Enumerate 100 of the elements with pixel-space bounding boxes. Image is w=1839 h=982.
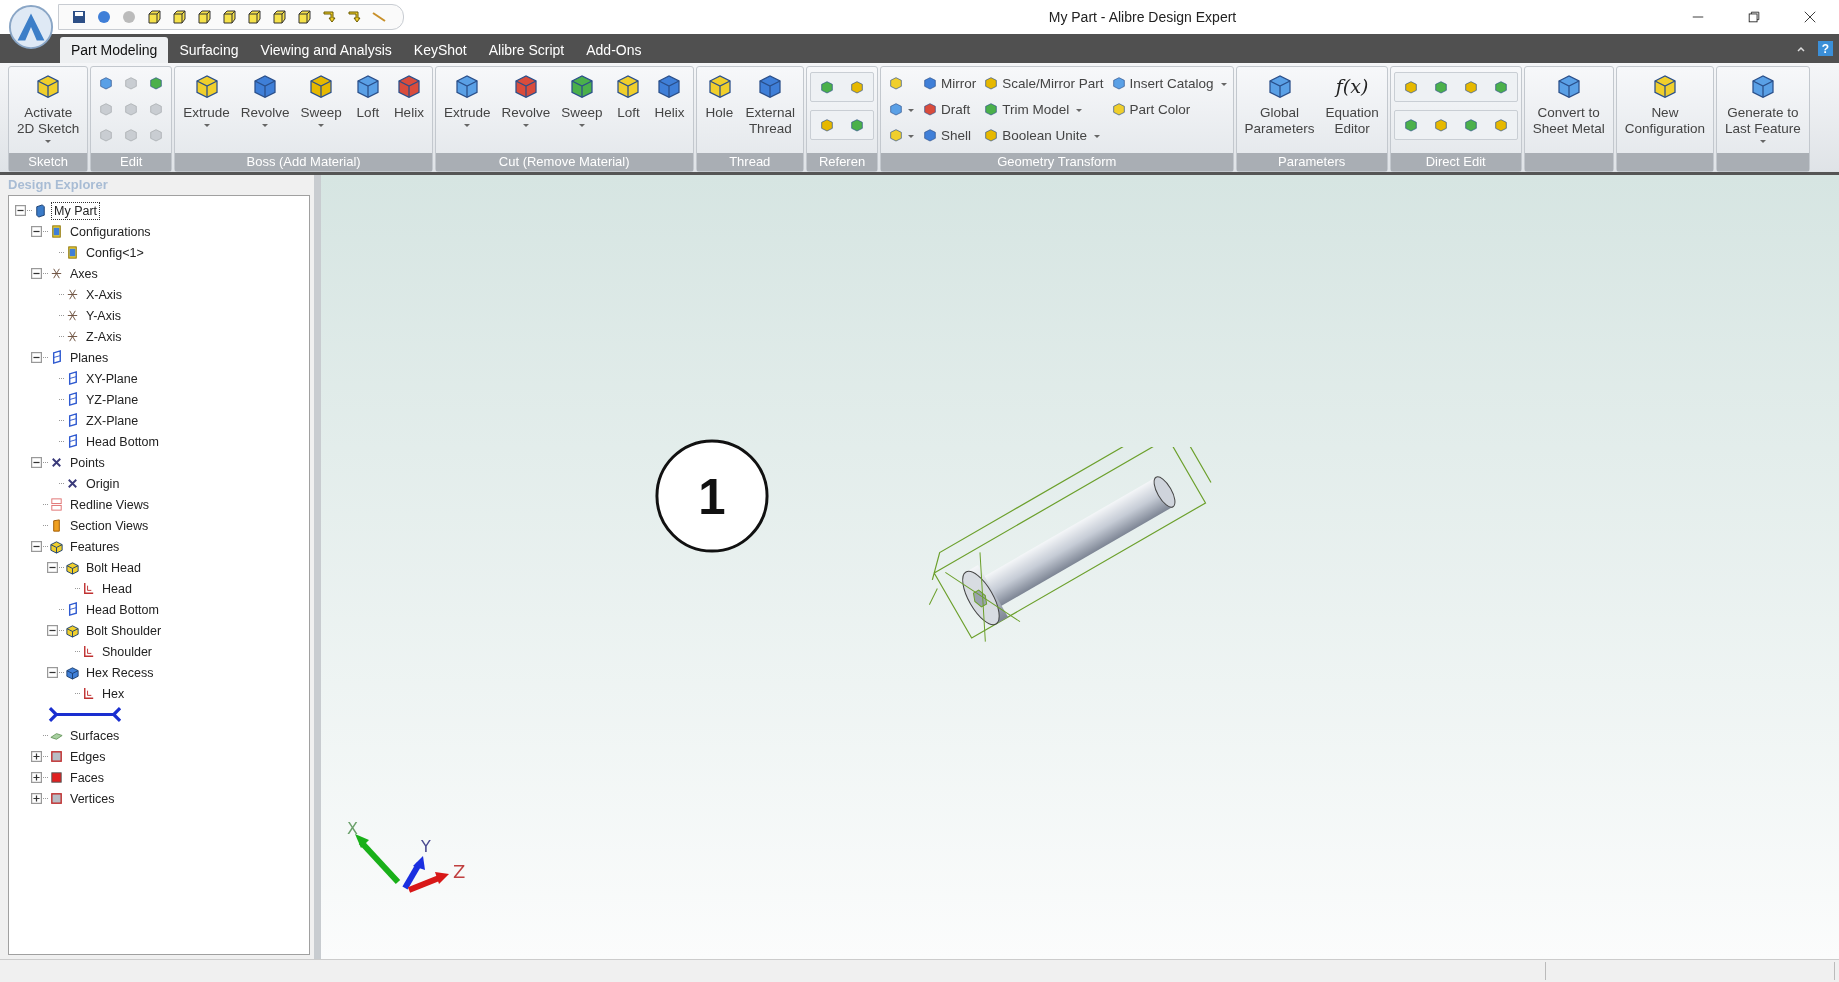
- expand-toggle[interactable]: [15, 205, 26, 216]
- ribbon-button[interactable]: New Configuration: [1619, 69, 1711, 145]
- tree-item[interactable]: Y-Axis: [84, 307, 123, 324]
- expand-toggle[interactable]: [31, 352, 42, 363]
- ribbon-tab[interactable]: Surfacing: [168, 37, 250, 63]
- ribbon-button[interactable]: Sweep: [556, 69, 608, 145]
- arrow-icon[interactable]: [346, 9, 362, 25]
- tree-item[interactable]: Head: [100, 580, 134, 597]
- axis-icon: [65, 308, 80, 323]
- ribbon-button[interactable]: Loft: [347, 69, 388, 145]
- tree-item[interactable]: Hex: [100, 685, 127, 702]
- ribbon-button[interactable]: Mirror: [919, 71, 980, 95]
- ribbon-button[interactable]: Revolve: [235, 69, 295, 145]
- arrow-icon[interactable]: [321, 9, 337, 25]
- ribbon-button[interactable]: Loft: [608, 69, 649, 145]
- ribbon-button[interactable]: f(x) Equation Editor: [1320, 69, 1384, 145]
- ribbon-button[interactable]: Insert Catalog: [1107, 71, 1230, 95]
- ribbon-button[interactable]: Scale/Mirror Part: [980, 71, 1107, 95]
- tree-item[interactable]: Features: [68, 538, 122, 555]
- tree-item[interactable]: Redline Views: [68, 496, 151, 513]
- ribbon-button[interactable]: Draft: [919, 97, 980, 121]
- ribbon-tab[interactable]: Viewing and Analysis: [249, 37, 403, 63]
- ribbon-button[interactable]: Sweep: [295, 69, 347, 145]
- tree-item[interactable]: My Part: [52, 202, 100, 219]
- ribbon-button[interactable]: Extrude: [178, 69, 235, 145]
- button-label: Shell: [941, 127, 972, 143]
- tree-item[interactable]: Faces: [68, 769, 107, 786]
- ribbon-button[interactable]: Generate to Last Feature: [1720, 69, 1806, 145]
- button-label: Scale/Mirror Part: [1002, 75, 1104, 91]
- tree-item[interactable]: Configurations: [68, 223, 153, 240]
- expand-toggle[interactable]: [31, 772, 42, 783]
- expand-toggle[interactable]: [31, 268, 42, 279]
- axis-icon: [49, 266, 64, 281]
- tree-item[interactable]: X-Axis: [84, 286, 125, 303]
- group-label: Referen: [818, 154, 866, 169]
- expand-toggle[interactable]: [47, 667, 58, 678]
- tree-item[interactable]: Axes: [68, 265, 100, 282]
- tree-item[interactable]: Hex Recess: [84, 664, 156, 681]
- group-label: Thread: [729, 154, 771, 169]
- ribbon-button[interactable]: Activate 2D Sketch: [12, 69, 85, 145]
- model-viewport[interactable]: 1 X Y Z: [321, 175, 1839, 959]
- tree-item[interactable]: Origin: [84, 475, 122, 492]
- tree-item[interactable]: Edges: [68, 748, 108, 765]
- rollback-bar[interactable]: [46, 706, 124, 723]
- tree-item[interactable]: Shoulder: [100, 643, 155, 660]
- ribbon-tab[interactable]: KeyShot: [402, 37, 478, 63]
- tree-item[interactable]: Bolt Head: [84, 559, 143, 576]
- tree-item[interactable]: Head Bottom: [84, 433, 161, 450]
- close-icon[interactable]: [1803, 10, 1817, 24]
- config-icon: [49, 224, 64, 239]
- tree-item[interactable]: Bolt Shoulder: [84, 622, 164, 639]
- restore-icon[interactable]: [1747, 10, 1761, 24]
- tree-item[interactable]: Vertices: [68, 790, 117, 807]
- expand-toggle[interactable]: [31, 793, 42, 804]
- redline-icon: [49, 497, 64, 512]
- ribbon-button[interactable]: Boolean Unite: [980, 123, 1107, 147]
- expand-toggle[interactable]: [47, 562, 58, 573]
- button-label: Mirror: [941, 75, 977, 91]
- ribbon-button[interactable]: Helix: [649, 69, 690, 145]
- ribbon-tab[interactable]: Part Modeling: [60, 37, 169, 63]
- tree-item[interactable]: Head Bottom: [84, 601, 161, 618]
- ribbon-tab[interactable]: Add-Ons: [575, 37, 653, 63]
- expand-toggle[interactable]: [31, 541, 42, 552]
- button-label: Part Color: [1129, 101, 1191, 117]
- group-label: Sketch: [28, 154, 68, 169]
- ribbon-tab[interactable]: Alibre Script: [477, 37, 576, 63]
- save-icon[interactable]: [71, 9, 87, 25]
- ribbon-button[interactable]: Extrude: [438, 69, 496, 145]
- bolt-drawing[interactable]: [929, 447, 1212, 643]
- circle-icon[interactable]: [121, 9, 137, 25]
- tree-item[interactable]: Section Views: [68, 517, 151, 534]
- line-icon[interactable]: [371, 9, 387, 25]
- point-icon: [65, 476, 80, 491]
- expand-toggle[interactable]: [31, 751, 42, 762]
- button-label: Insert Catalog: [1129, 75, 1214, 91]
- tree-item[interactable]: XY-Plane: [84, 370, 140, 387]
- window-title: My Part - Alibre Design Expert: [1047, 9, 1238, 25]
- ribbon-button[interactable]: External Thread: [740, 69, 801, 145]
- tree-item[interactable]: Planes: [68, 349, 111, 366]
- tree-item[interactable]: Surfaces: [68, 727, 122, 744]
- part-icon: [33, 203, 48, 218]
- ribbon-button[interactable]: Shell: [919, 123, 980, 147]
- group-label: Boss (Add Material): [246, 154, 361, 169]
- ribbon-button[interactable]: Hole: [699, 69, 740, 145]
- expand-toggle[interactable]: [47, 625, 58, 636]
- circle-icon[interactable]: [96, 9, 112, 25]
- tree-item[interactable]: Config<1>: [84, 244, 146, 261]
- tree-item[interactable]: Points: [68, 454, 107, 471]
- ribbon-button[interactable]: Global Parameters: [1239, 69, 1320, 145]
- expand-toggle[interactable]: [31, 226, 42, 237]
- ribbon-button[interactable]: Convert to Sheet Metal: [1527, 69, 1610, 145]
- tree-item[interactable]: ZX-Plane: [84, 412, 141, 429]
- ribbon-button[interactable]: Helix: [388, 69, 429, 145]
- tree-item[interactable]: Z-Axis: [84, 328, 124, 345]
- sketch-icon: [81, 581, 96, 596]
- expand-toggle[interactable]: [31, 457, 42, 468]
- tree-item[interactable]: YZ-Plane: [84, 391, 141, 408]
- ribbon-button[interactable]: Part Color: [1107, 97, 1230, 121]
- ribbon-button[interactable]: Revolve: [496, 69, 556, 145]
- ribbon-button[interactable]: Trim Model: [980, 97, 1107, 121]
